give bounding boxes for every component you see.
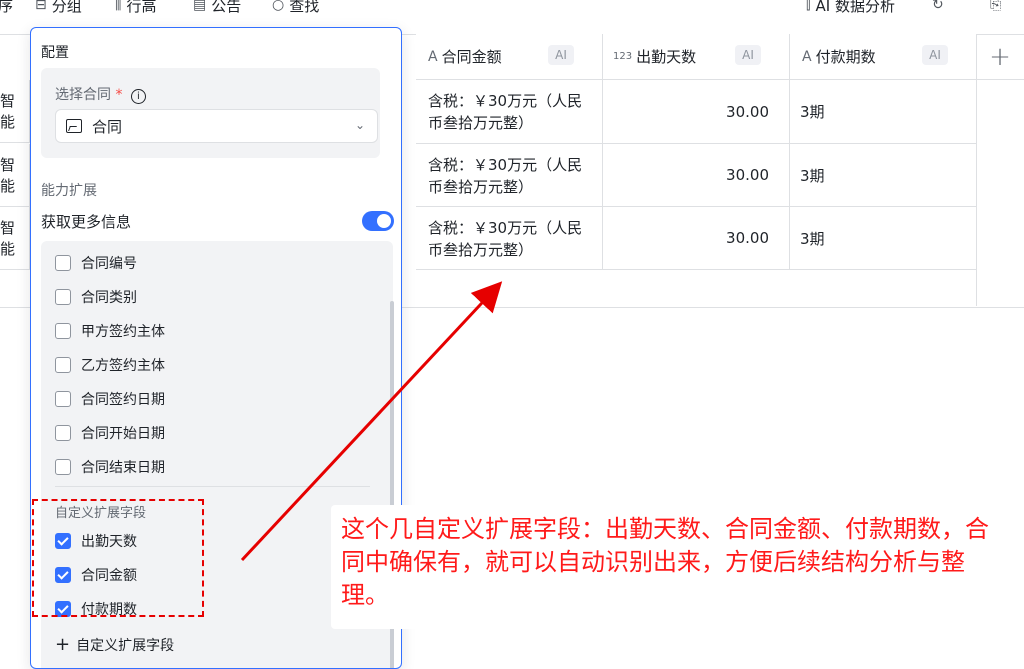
annotation-note: 这个几自定义扩展字段：出勤天数、合同金额、付款期数，合同中确保有，就可以自动识别…: [331, 505, 1011, 629]
